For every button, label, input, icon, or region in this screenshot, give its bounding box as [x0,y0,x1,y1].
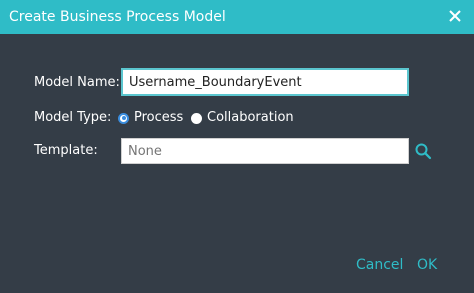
model-name-input[interactable] [121,68,409,96]
search-icon[interactable] [414,142,432,160]
close-icon[interactable] [446,7,464,25]
model-name-label: Model Name: [34,75,120,90]
template-label: Template: [34,143,98,158]
radio-process-indicator[interactable] [118,112,129,124]
radio-process[interactable]: Process [118,110,183,126]
model-type-label: Model Type: [34,110,112,125]
radio-collaboration[interactable]: Collaboration [191,110,294,126]
dialog-title: Create Business Process Model [9,9,226,25]
radio-collaboration-indicator[interactable] [191,112,202,124]
ok-button[interactable]: OK [417,256,437,274]
radio-collaboration-label: Collaboration [207,110,294,125]
template-input[interactable] [121,138,409,164]
create-model-dialog: Create Business Process Model Model Name… [0,0,474,293]
radio-process-label: Process [134,110,184,125]
dialog-titlebar: Create Business Process Model [0,0,474,34]
cancel-button[interactable]: Cancel [356,256,403,274]
